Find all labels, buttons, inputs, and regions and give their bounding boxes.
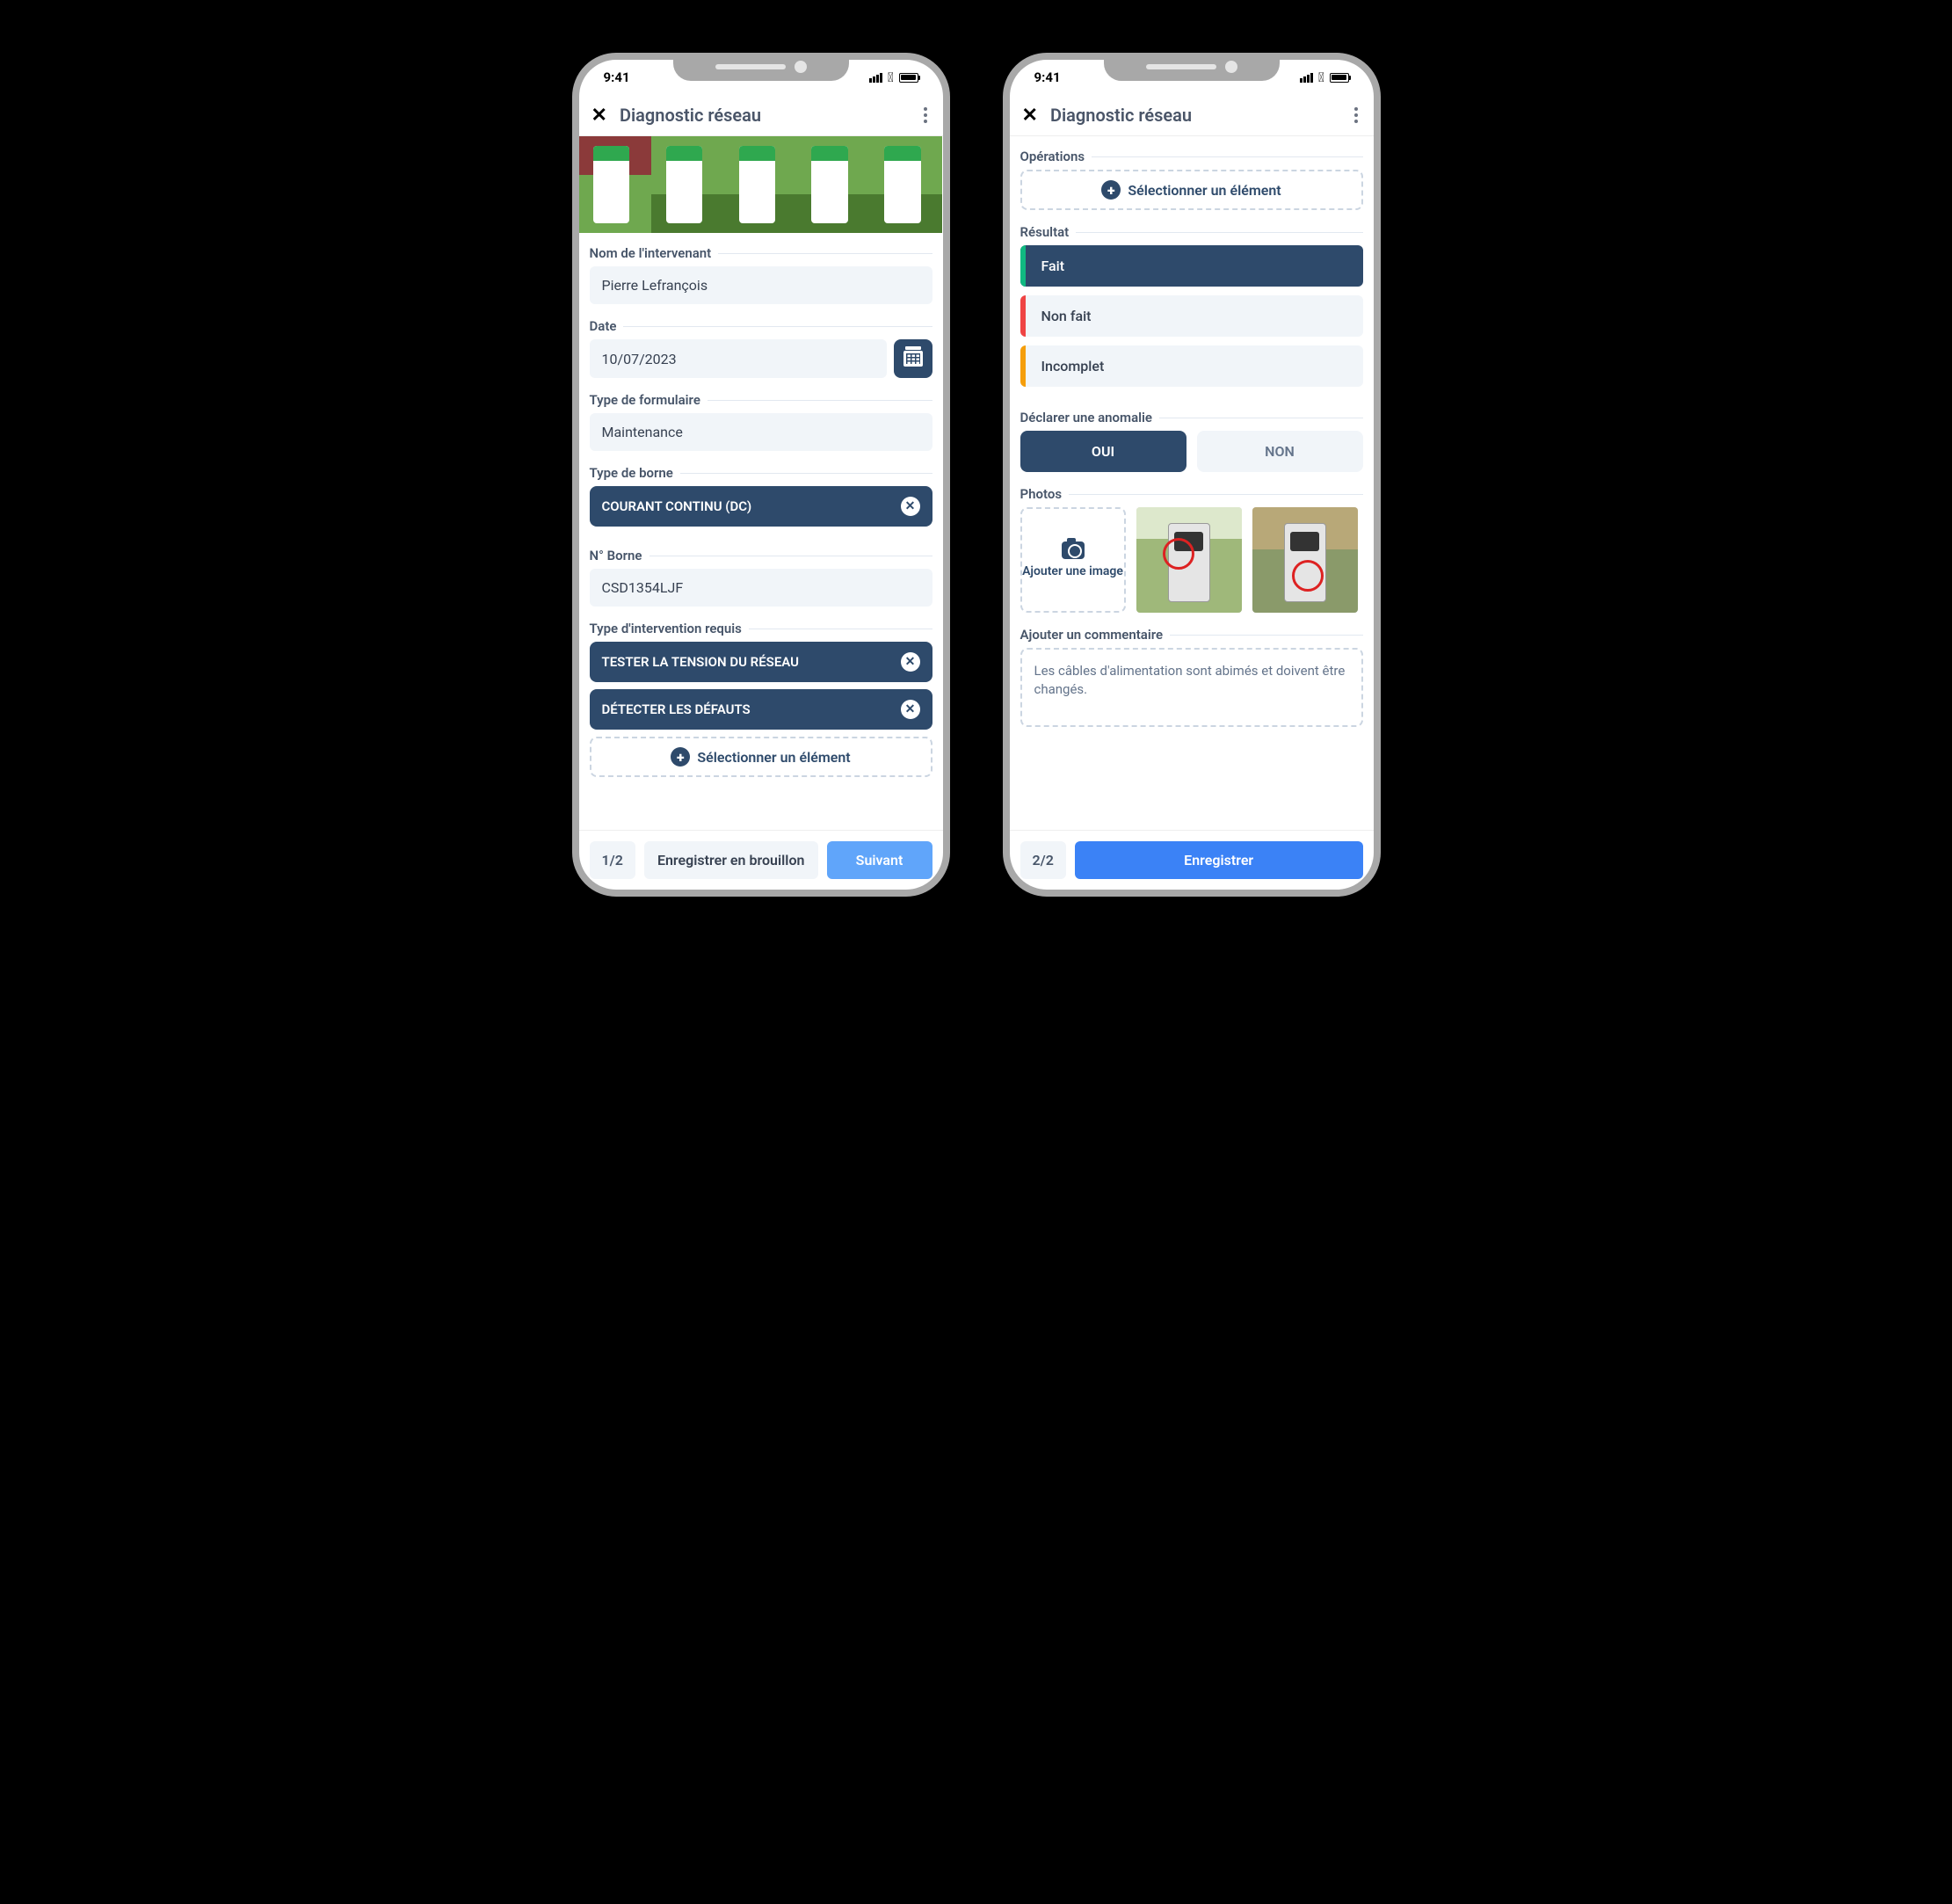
anomaly-no-button[interactable]: NON <box>1197 431 1363 472</box>
photos-label: Photos <box>1020 486 1063 502</box>
plus-icon: + <box>671 747 690 767</box>
page-indicator: 2/2 <box>1020 841 1066 879</box>
intervenant-label: Nom de l'intervenant <box>590 245 712 261</box>
banner-image-strip <box>579 136 943 233</box>
plus-icon: + <box>1101 180 1121 200</box>
result-option-0[interactable]: Fait <box>1020 245 1363 287</box>
result-edge-indicator <box>1020 245 1026 287</box>
remove-chip-icon[interactable]: ✕ <box>901 652 920 672</box>
intervtype-label: Type d'intervention requis <box>590 621 742 636</box>
photo-thumbnail-1[interactable] <box>1136 507 1242 613</box>
wifi-icon: 􀙇 <box>888 69 894 85</box>
anomaly-yes-button[interactable]: OUI <box>1020 431 1186 472</box>
operations-label: Opérations <box>1020 149 1085 164</box>
notch <box>673 53 849 81</box>
status-time: 9:41 <box>604 69 630 85</box>
app-bar: ✕ Diagnostic réseau <box>579 95 943 136</box>
app-bar: ✕ Diagnostic réseau <box>1010 95 1374 136</box>
intervention-chip-2[interactable]: DÉTECTER LES DÉFAUTS ✕ <box>590 689 932 730</box>
signal-icon <box>1300 73 1313 83</box>
wifi-icon: 􀙇 <box>1318 69 1324 85</box>
calendar-button[interactable] <box>894 339 932 378</box>
next-button[interactable]: Suivant <box>827 841 932 879</box>
calendar-icon <box>903 351 923 367</box>
form-content: Opérations + Sélectionner un élément Rés… <box>1010 136 1374 830</box>
formtype-label: Type de formulaire <box>590 392 700 408</box>
result-edge-indicator <box>1020 295 1026 337</box>
result-option-label: Non fait <box>1041 308 1092 324</box>
result-option-2[interactable]: Incomplet <box>1020 345 1363 387</box>
date-label: Date <box>590 318 617 334</box>
status-bar: 9:41 􀙇 <box>1010 60 1374 95</box>
signal-icon <box>869 73 882 83</box>
phone-screen-1: 9:41 􀙇 ✕ Diagnostic réseau Nom de l'inte… <box>572 53 950 897</box>
close-icon[interactable]: ✕ <box>1022 105 1038 127</box>
battery-icon <box>899 73 918 83</box>
more-menu-icon[interactable] <box>920 104 931 127</box>
bornenum-label: N° Borne <box>590 548 642 563</box>
status-icons: 􀙇 <box>869 69 918 85</box>
add-intervention-button[interactable]: + Sélectionner un élément <box>590 737 932 777</box>
form-content: Nom de l'intervenant Pierre Lefrançois D… <box>579 136 943 830</box>
status-time: 9:41 <box>1034 69 1061 85</box>
formtype-field[interactable]: Maintenance <box>590 413 932 451</box>
photo-thumbnail-2[interactable] <box>1252 507 1358 613</box>
comment-label: Ajouter un commentaire <box>1020 627 1164 643</box>
intervenant-field[interactable]: Pierre Lefrançois <box>590 266 932 304</box>
result-option-label: Incomplet <box>1041 358 1105 374</box>
bornetype-chip[interactable]: COURANT CONTINU (DC) ✕ <box>590 486 932 527</box>
notch <box>1104 53 1280 81</box>
result-option-1[interactable]: Non fait <box>1020 295 1363 337</box>
result-label: Résultat <box>1020 224 1070 240</box>
battery-icon <box>1330 73 1349 83</box>
result-edge-indicator <box>1020 345 1026 387</box>
save-draft-button[interactable]: Enregistrer en brouillon <box>644 841 818 879</box>
close-icon[interactable]: ✕ <box>591 105 607 127</box>
page-title: Diagnostic réseau <box>620 105 908 126</box>
result-option-label: Fait <box>1041 258 1065 274</box>
remove-chip-icon[interactable]: ✕ <box>901 497 920 516</box>
page-indicator: 1/2 <box>590 841 635 879</box>
status-icons: 􀙇 <box>1300 69 1349 85</box>
date-field[interactable]: 10/07/2023 <box>590 339 887 378</box>
status-bar: 9:41 􀙇 <box>579 60 943 95</box>
page-title: Diagnostic réseau <box>1050 105 1339 126</box>
remove-chip-icon[interactable]: ✕ <box>901 700 920 719</box>
comment-textarea[interactable]: Les câbles d'alimentation sont abimés et… <box>1020 648 1363 727</box>
footer-bar: 1/2 Enregistrer en brouillon Suivant <box>579 830 943 890</box>
phone-screen-2: 9:41 􀙇 ✕ Diagnostic réseau Opérations + … <box>1003 53 1381 897</box>
bornenum-field[interactable]: CSD1354LJF <box>590 569 932 607</box>
camera-icon <box>1062 541 1085 559</box>
intervention-chip-1[interactable]: TESTER LA TENSION DU RÉSEAU ✕ <box>590 642 932 682</box>
add-operation-button[interactable]: + Sélectionner un élément <box>1020 170 1363 210</box>
footer-bar: 2/2 Enregistrer <box>1010 830 1374 890</box>
add-photo-button[interactable]: Ajouter une image <box>1020 507 1126 613</box>
bornetype-label: Type de borne <box>590 465 673 481</box>
anomaly-label: Déclarer une anomalie <box>1020 410 1153 425</box>
save-button[interactable]: Enregistrer <box>1075 841 1363 879</box>
more-menu-icon[interactable] <box>1351 104 1361 127</box>
